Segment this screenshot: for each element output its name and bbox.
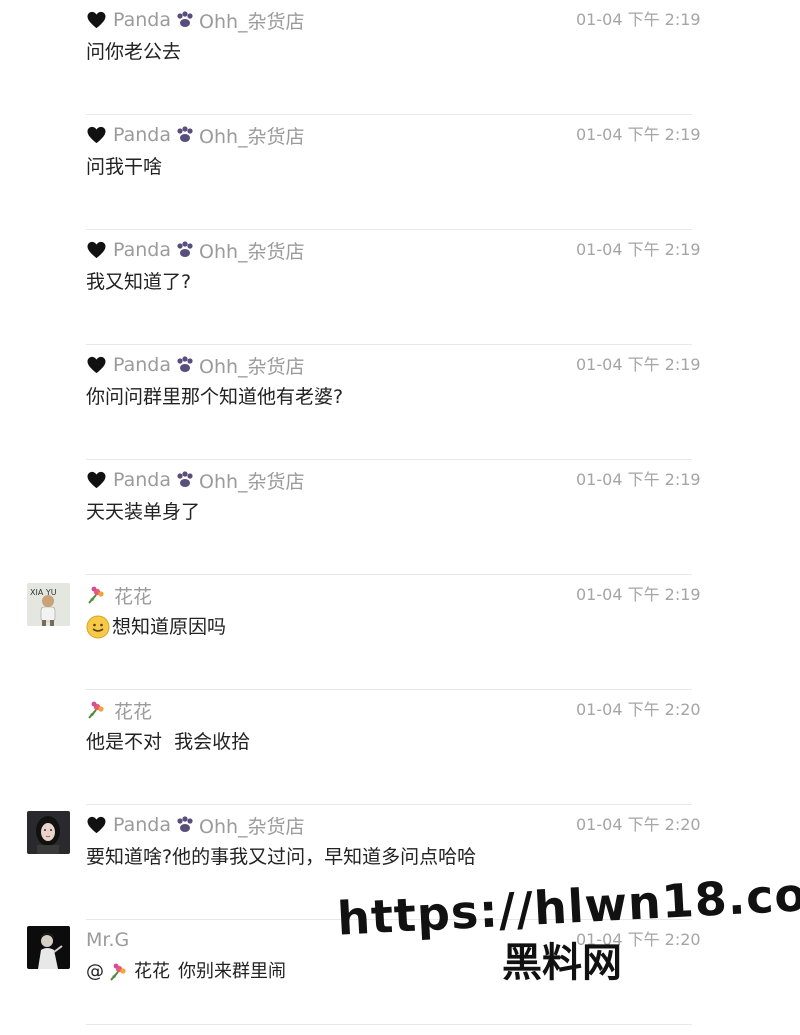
black-heart-icon — [87, 816, 106, 834]
black-heart-icon — [87, 471, 106, 489]
divider — [86, 1024, 692, 1025]
sender-name-text: Mr.G — [86, 929, 130, 951]
message-text-row: @ 花花 你别来群里闹 — [86, 958, 286, 986]
chat-message: Panda Ohh_杂货店 01-04 下午 2:19 天天装单身了 — [0, 460, 800, 575]
sender-name-text: 花花 — [114, 700, 153, 723]
chat-message: Panda Ohh_杂货店 01-04 下午 2:19 问你老公去 — [0, 0, 800, 115]
message-time: 01-04 下午 2:20 — [576, 815, 701, 834]
message-text-row: 想知道原因吗 — [86, 613, 226, 641]
sender-name-part-2: Ohh_杂货店 — [199, 815, 305, 838]
flower-icon — [88, 701, 104, 719]
sender-name-text: 花花 — [114, 585, 153, 608]
message-time: 01-04 下午 2:19 — [576, 470, 701, 489]
avatar[interactable] — [27, 811, 70, 854]
black-heart-icon — [87, 356, 106, 374]
sender-name[interactable]: Panda Ohh_杂货店 — [86, 467, 305, 494]
sender-name[interactable]: Panda Ohh_杂货店 — [86, 812, 305, 839]
smile-emoji-icon — [86, 615, 110, 639]
chat-message: 花花 01-04 下午 2:20 他是不对 我会收拾 — [0, 690, 800, 805]
mention-name[interactable]: 花花 — [134, 958, 170, 986]
message-text: 天天装单身了 — [86, 501, 201, 523]
message-time: 01-04 下午 2:19 — [576, 355, 701, 374]
paw-icon — [177, 11, 193, 27]
message-time: 01-04 下午 2:20 — [576, 700, 701, 719]
avatar[interactable] — [27, 926, 70, 969]
message-time: 01-04 下午 2:19 — [576, 240, 701, 259]
black-heart-icon — [87, 241, 106, 259]
paw-icon — [177, 241, 193, 257]
paw-icon — [177, 471, 193, 487]
sender-name-part-2: Ohh_杂货店 — [199, 355, 305, 378]
paw-icon — [177, 126, 193, 142]
paw-icon — [177, 816, 193, 832]
sender-name-part-1: Panda — [113, 239, 171, 261]
sender-name[interactable]: 花花 — [86, 582, 152, 609]
chat-message: XIA YU 花花 01-04 下午 2:19 想知道原因吗 — [0, 575, 800, 690]
message-text: 问我干啥 — [86, 156, 163, 178]
chat-message: Panda Ohh_杂货店 01-04 下午 2:19 我又知道了? — [0, 230, 800, 345]
sender-name[interactable]: Panda Ohh_杂货店 — [86, 7, 305, 34]
sender-name[interactable]: Mr.G — [86, 929, 129, 951]
sender-name-part-1: Panda — [113, 354, 171, 376]
flower-icon — [88, 586, 104, 604]
message-text: 他是不对 我会收拾 — [86, 731, 251, 753]
sender-name[interactable]: Panda Ohh_杂货店 — [86, 237, 305, 264]
flower-icon — [110, 963, 126, 981]
message-text: 你问问群里那个知道他有老婆? — [86, 386, 344, 408]
sender-name-part-2: Ohh_杂货店 — [199, 240, 305, 263]
message-text: 想知道原因吗 — [112, 616, 227, 638]
message-text: 你别来群里闹 — [178, 961, 286, 982]
sender-name-part-2: Ohh_杂货店 — [199, 10, 305, 33]
black-heart-icon — [87, 11, 106, 29]
black-heart-icon — [87, 126, 106, 144]
message-time: 01-04 下午 2:19 — [576, 585, 701, 604]
watermark: https://hlwn18.com 黑料网 — [336, 865, 800, 988]
chat-message: Panda Ohh_杂货店 01-04 下午 2:19 问我干啥 — [0, 115, 800, 230]
sender-name-part-1: Panda — [113, 124, 171, 146]
sender-name[interactable]: Panda Ohh_杂货店 — [86, 352, 305, 379]
sender-name[interactable]: Panda Ohh_杂货店 — [86, 122, 305, 149]
sender-name[interactable]: 花花 — [86, 697, 152, 724]
sender-name-part-2: Ohh_杂货店 — [199, 470, 305, 493]
mention-at[interactable]: @ — [86, 958, 104, 986]
sender-name-part-1: Panda — [113, 814, 171, 836]
sender-name-part-1: Panda — [113, 469, 171, 491]
message-text: 问你老公去 — [86, 41, 182, 63]
message-time: 01-04 下午 2:19 — [576, 125, 701, 144]
sender-name-part-2: Ohh_杂货店 — [199, 125, 305, 148]
message-text: 我又知道了? — [86, 271, 192, 293]
message-time: 01-04 下午 2:19 — [576, 10, 701, 29]
avatar[interactable]: XIA YU — [27, 583, 70, 626]
chat-message: Panda Ohh_杂货店 01-04 下午 2:19 你问问群里那个知道他有老… — [0, 345, 800, 460]
sender-name-part-1: Panda — [113, 9, 171, 31]
message-text: 要知道啥?他的事我又过问，早知道多问点哈哈 — [86, 846, 477, 868]
avatar-label: XIA YU — [30, 588, 57, 597]
paw-icon — [177, 356, 193, 372]
